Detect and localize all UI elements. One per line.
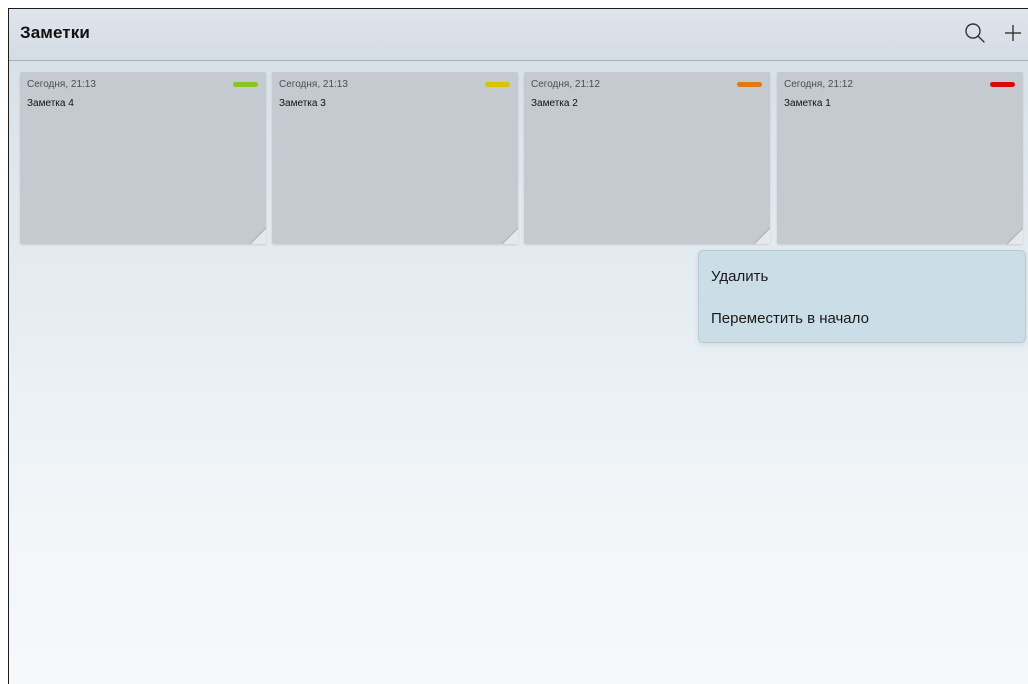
color-tag <box>233 82 258 87</box>
note-title: Заметка 4 <box>27 98 74 109</box>
move-to-start-menu-item[interactable]: Переместить в начало <box>711 310 869 327</box>
context-menu: Удалить Переместить в начало <box>698 250 1026 343</box>
note-title: Заметка 2 <box>531 98 578 109</box>
note-title: Заметка 1 <box>784 98 831 109</box>
note-card[interactable]: Сегодня, 21:12 Заметка 2 <box>524 72 770 244</box>
search-icon[interactable] <box>961 19 989 47</box>
color-tag <box>737 82 762 87</box>
note-date: Сегодня, 21:13 <box>279 79 348 90</box>
note-date: Сегодня, 21:12 <box>784 79 853 90</box>
delete-menu-item[interactable]: Удалить <box>711 268 768 285</box>
page-title: Заметки <box>20 23 90 42</box>
color-tag <box>990 82 1015 87</box>
note-card[interactable]: Сегодня, 21:12 Заметка 1 <box>777 72 1023 244</box>
note-card[interactable]: Сегодня, 21:13 Заметка 3 <box>272 72 518 244</box>
page-fold-icon <box>1007 228 1023 244</box>
note-date: Сегодня, 21:13 <box>27 79 96 90</box>
note-date: Сегодня, 21:12 <box>531 79 600 90</box>
app-window: Заметки Сегодня, 21:13 Заметка 4 Сегодня… <box>8 8 1028 684</box>
note-title: Заметка 3 <box>279 98 326 109</box>
note-card[interactable]: Сегодня, 21:13 Заметка 4 <box>20 72 266 244</box>
page-fold-icon <box>502 228 518 244</box>
plus-icon[interactable] <box>999 19 1027 47</box>
header-bar: Заметки <box>9 9 1028 61</box>
page-fold-icon <box>250 228 266 244</box>
color-tag <box>485 82 510 87</box>
page-fold-icon <box>754 228 770 244</box>
